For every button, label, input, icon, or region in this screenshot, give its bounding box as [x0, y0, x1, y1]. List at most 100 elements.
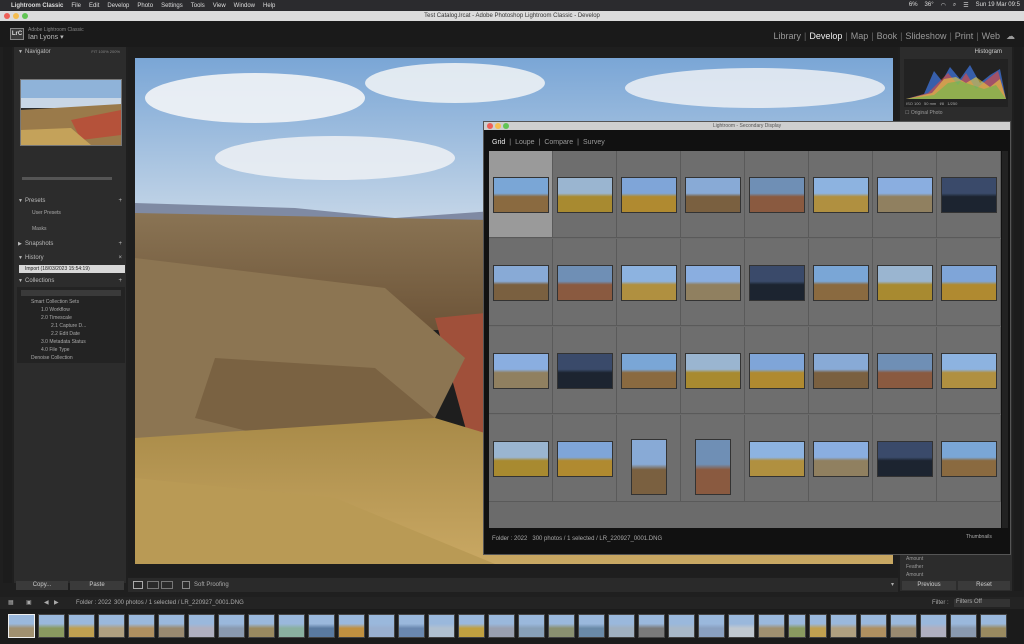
toolbar-menu-icon[interactable]: ▾: [891, 581, 894, 588]
grid-cell[interactable]: [745, 327, 809, 414]
slider-feather[interactable]: Feather: [906, 564, 1006, 570]
filmstrip-thumbnail[interactable]: [890, 614, 917, 638]
original-photo-checkbox[interactable]: ☐ Original Photo: [905, 110, 943, 116]
grid-cell[interactable]: [873, 327, 937, 414]
zoom-200[interactable]: 200%: [110, 49, 120, 54]
menu-window[interactable]: Window: [234, 3, 255, 9]
grid-cell[interactable]: [937, 327, 1001, 414]
grid-cell[interactable]: [809, 415, 873, 502]
collection-item[interactable]: Denoise Collection: [31, 355, 73, 361]
tab-survey[interactable]: Survey: [583, 139, 605, 146]
grid-cell[interactable]: [873, 239, 937, 326]
collection-item[interactable]: 2.1 Capture D...: [51, 323, 86, 329]
tab-loupe[interactable]: Loupe: [515, 139, 534, 146]
grid-cell[interactable]: [745, 151, 809, 238]
collection-item[interactable]: 2.0 Timescale: [41, 315, 72, 321]
menu-photo[interactable]: Photo: [137, 3, 153, 9]
collection-item[interactable]: 2.2 Edit Date: [51, 331, 80, 337]
grid-scrollbar[interactable]: [1002, 151, 1008, 528]
filmstrip-thumbnail[interactable]: [428, 614, 455, 638]
preset-folder-user[interactable]: User Presets: [32, 210, 61, 216]
grid-cell[interactable]: [617, 327, 681, 414]
filmstrip-thumbnail[interactable]: [980, 614, 1007, 638]
grid-cell[interactable]: [489, 327, 553, 414]
grid-cell[interactable]: [617, 151, 681, 238]
grid-cell[interactable]: [617, 239, 681, 326]
grid-cell[interactable]: [553, 239, 617, 326]
preset-folder-masks[interactable]: Masks: [32, 226, 46, 232]
tab-grid[interactable]: Grid: [492, 139, 505, 146]
filmstrip-thumbnail[interactable]: [698, 614, 725, 638]
grid-cell[interactable]: [617, 415, 681, 502]
filmstrip-thumbnail[interactable]: [398, 614, 425, 638]
filmstrip-thumbnail[interactable]: [788, 614, 806, 638]
collections-filter-input[interactable]: [21, 290, 121, 296]
menu-tools[interactable]: Tools: [191, 3, 205, 9]
menu-develop[interactable]: Develop: [107, 3, 129, 9]
grid-cell[interactable]: [809, 239, 873, 326]
filmstrip-thumbnail[interactable]: [548, 614, 575, 638]
grid-cell[interactable]: [681, 239, 745, 326]
filmstrip-thumbnail[interactable]: [809, 614, 827, 638]
forward-arrow-icon[interactable]: ▶: [54, 599, 59, 606]
filmstrip-thumbnail[interactable]: [368, 614, 395, 638]
close-window-icon[interactable]: [4, 13, 10, 19]
grid-cell[interactable]: [809, 327, 873, 414]
menu-edit[interactable]: Edit: [89, 3, 99, 9]
battery-percent[interactable]: 6%: [909, 2, 918, 9]
grid-cell[interactable]: [553, 415, 617, 502]
module-slideshow[interactable]: Slideshow: [902, 31, 949, 42]
filmstrip-thumbnail[interactable]: [458, 614, 485, 638]
module-map[interactable]: Map: [848, 31, 872, 42]
navigator-header[interactable]: ▼ Navigator FIT 100% 200%: [14, 47, 126, 57]
menu-view[interactable]: View: [213, 3, 226, 9]
grid-cell[interactable]: [873, 151, 937, 238]
collection-item[interactable]: 3.0 Metadata Status: [41, 339, 86, 345]
menu-file[interactable]: File: [71, 3, 81, 9]
filmstrip-thumbnail[interactable]: [68, 614, 95, 638]
module-develop[interactable]: Develop: [806, 31, 845, 42]
clear-history-icon[interactable]: ×: [118, 253, 122, 263]
collection-item[interactable]: Smart Collection Sets: [31, 299, 79, 305]
zoom-fit[interactable]: FIT: [91, 49, 97, 54]
slider-amount-2[interactable]: Amount: [906, 572, 1006, 578]
filmstrip-thumbnail[interactable]: [188, 614, 215, 638]
filmstrip-thumbnail[interactable]: [830, 614, 857, 638]
histogram-header[interactable]: Histogram: [900, 47, 1012, 57]
collection-item[interactable]: 1.0 Workflow: [41, 307, 70, 313]
module-print[interactable]: Print: [952, 31, 977, 42]
filter-select[interactable]: Filters Off: [954, 599, 1010, 607]
navigator-preview[interactable]: [20, 79, 122, 146]
filmstrip-thumbnail[interactable]: [248, 614, 275, 638]
snapshots-header[interactable]: ▶ Snapshots +: [14, 239, 126, 249]
presets-header[interactable]: ▼ Presets +: [14, 196, 126, 206]
temperature[interactable]: 36°: [925, 2, 934, 9]
before-after-icon[interactable]: [147, 581, 159, 589]
filmstrip-thumbnail[interactable]: [158, 614, 185, 638]
add-preset-icon[interactable]: +: [118, 196, 122, 206]
right-panel-edge[interactable]: [1014, 47, 1022, 591]
grid-view-icon[interactable]: ▦: [8, 599, 14, 606]
secondary-display-icon[interactable]: ▣: [26, 599, 32, 606]
navigator-slider[interactable]: [22, 177, 112, 180]
grid-cell[interactable]: [681, 151, 745, 238]
thumbnail-size-slider[interactable]: Thumbnails: [966, 534, 992, 540]
close-window-icon[interactable]: [487, 123, 493, 129]
module-web[interactable]: Web: [979, 31, 1003, 42]
cloud-icon[interactable]: ☁: [1003, 31, 1018, 42]
identity-user[interactable]: Ian Lyons ▾: [28, 33, 64, 41]
filmstrip-thumbnail[interactable]: [278, 614, 305, 638]
filmstrip-thumbnail[interactable]: [128, 614, 155, 638]
menu-help[interactable]: Help: [263, 3, 275, 9]
before-after-split-icon[interactable]: [161, 581, 173, 589]
filmstrip-thumbnail[interactable]: [308, 614, 335, 638]
filmstrip-thumbnail[interactable]: [950, 614, 977, 638]
filmstrip-thumbnail[interactable]: [518, 614, 545, 638]
filmstrip-thumbnail[interactable]: [578, 614, 605, 638]
filmstrip-thumbnail[interactable]: [758, 614, 785, 638]
grid-cell[interactable]: [489, 415, 553, 502]
grid-cell[interactable]: [809, 151, 873, 238]
filmstrip-thumbnail[interactable]: [218, 614, 245, 638]
filmstrip-thumbnail[interactable]: [98, 614, 125, 638]
copy-button[interactable]: Copy...: [16, 581, 68, 590]
